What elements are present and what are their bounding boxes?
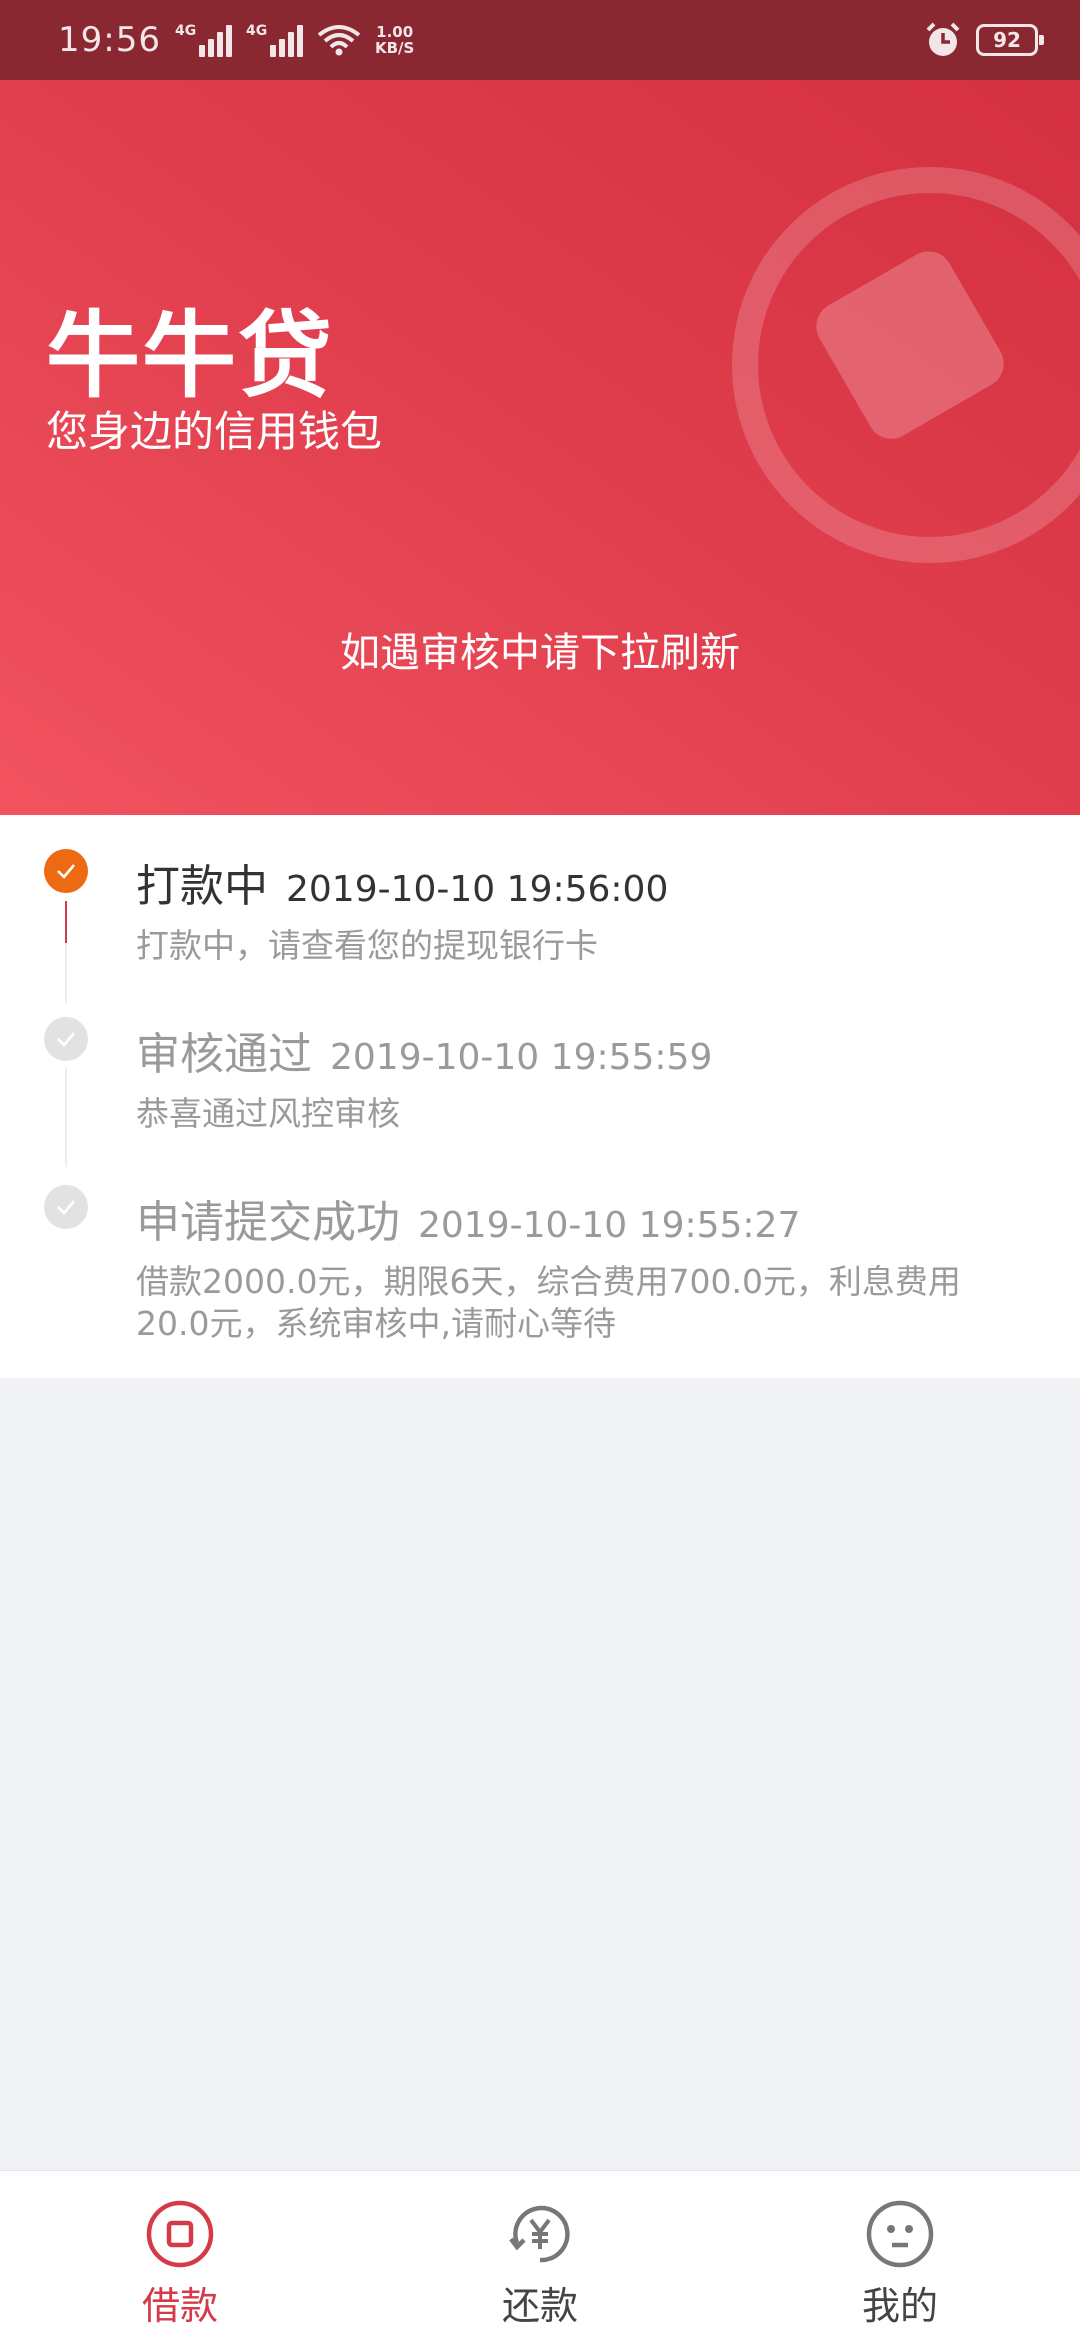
- step-description: 恭喜通过风控审核: [136, 1094, 400, 1133]
- nav-item-repay[interactable]: 还款: [360, 2171, 720, 2340]
- step-title: 申请提交成功: [136, 1197, 400, 1248]
- alarm-icon: [926, 22, 960, 56]
- loan-progress-timeline: 打款中 2019-10-10 19:56:00 打款中，请查看您的提现银行卡 审…: [0, 815, 1080, 1378]
- timeline-connector: [65, 901, 67, 943]
- nav-item-borrow[interactable]: 借款: [0, 2171, 360, 2340]
- brand-title: 牛牛贷: [46, 302, 335, 411]
- step-header: 打款中 2019-10-10 19:56:00: [136, 850, 668, 914]
- nav-label: 还款: [501, 2284, 578, 2328]
- step-time: 2019-10-10 19:56:00: [286, 869, 669, 910]
- signal-tag: 4G: [245, 23, 268, 39]
- timeline-connector: [65, 1067, 67, 1167]
- check-icon: [44, 1185, 88, 1229]
- status-time: 19:56: [58, 20, 161, 60]
- repay-yen-icon: [509, 2205, 570, 2263]
- coin-decoration-icon: [732, 167, 1080, 563]
- pull-refresh-hint: 如遇审核中请下拉刷新: [340, 630, 740, 676]
- step-header: 审核通过 2019-10-10 19:55:59: [136, 1018, 712, 1082]
- battery-icon: 92: [976, 24, 1044, 56]
- status-bar: 19:56 4G 4G 1.00 KB/S 92: [0, 0, 1080, 80]
- step-description: 借款2000.0元，期限6天，综合费用700.0元，利息费用20.0元，系统审核…: [136, 1262, 961, 1343]
- step-title: 打款中: [136, 861, 268, 912]
- header-banner[interactable]: 牛牛贷 您身边的信用钱包 如遇审核中请下拉刷新: [0, 80, 1080, 815]
- status-right: 92: [924, 21, 1044, 59]
- nav-item-mine[interactable]: 我的: [720, 2171, 1080, 2340]
- nav-label: 我的: [861, 2284, 938, 2328]
- profile-face-icon: [866, 2200, 934, 2268]
- status-left: 19:56 4G 4G 1.00 KB/S: [58, 20, 414, 60]
- step-header: 申请提交成功 2019-10-10 19:55:27: [136, 1186, 800, 1250]
- brand-subtitle: 您身边的信用钱包: [46, 407, 383, 456]
- check-icon: [44, 1017, 88, 1061]
- signal-icon: 4G: [246, 23, 303, 57]
- network-speed: 1.00 KB/S: [374, 23, 415, 57]
- timeline-connector: [65, 943, 67, 1003]
- step-description: 打款中，请查看您的提现银行卡: [136, 926, 598, 965]
- step-time: 2019-10-10 19:55:59: [330, 1037, 713, 1078]
- battery-level: 92: [993, 28, 1021, 52]
- borrow-icon: [146, 2200, 214, 2268]
- wifi-icon: [317, 25, 361, 56]
- step-title: 审核通过: [136, 1029, 312, 1080]
- signal-icon: 4G: [175, 23, 232, 57]
- signal-tag: 4G: [174, 23, 197, 39]
- step-time: 2019-10-10 19:55:27: [418, 1205, 801, 1246]
- nav-label: 借款: [141, 2284, 218, 2328]
- bottom-nav: 借款 还款 我的: [0, 2170, 1080, 2340]
- check-icon: [44, 849, 88, 893]
